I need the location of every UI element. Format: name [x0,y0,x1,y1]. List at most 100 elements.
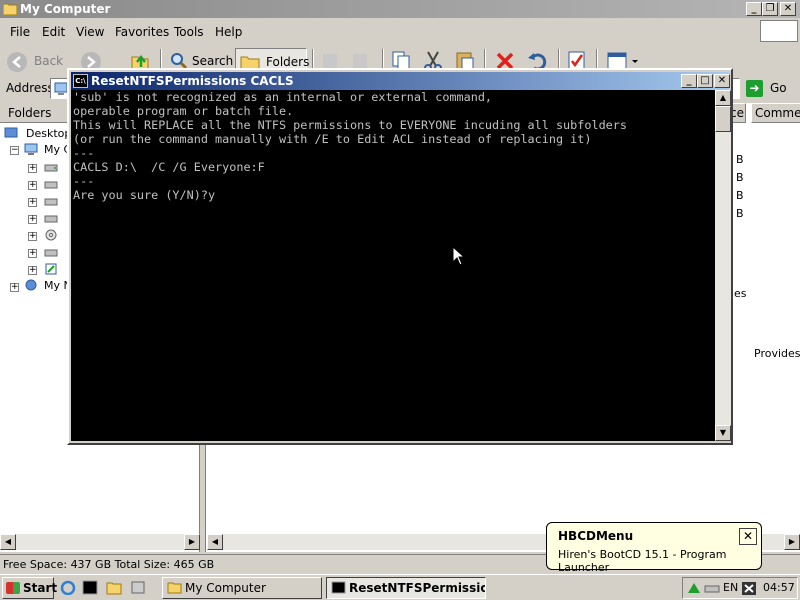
console-line: Are you sure (Y/N)?y [73,188,216,202]
network-icon [25,279,37,291]
console-line: This will REPLACE all the NTFS permissio… [73,118,627,132]
hbcd-tray-icon[interactable] [741,581,757,596]
expand-toggle[interactable]: + [28,164,37,173]
expand-toggle[interactable]: + [28,249,37,258]
expand-toggle[interactable]: + [28,198,37,207]
notification-balloon[interactable]: HBCDMenu Hiren's BootCD 15.1 - Program L… [546,522,762,574]
scroll-right-button[interactable]: ▶ [184,534,200,550]
menu-tools[interactable]: Tools [174,25,204,39]
start-button[interactable]: Start [2,577,58,599]
drive-icon[interactable] [44,246,58,258]
expand-toggle[interactable]: + [28,215,37,224]
language-indicator[interactable]: EN [723,578,738,598]
expand-toggle[interactable]: + [28,232,37,241]
clock[interactable]: 04:57 [763,578,795,598]
menu-favorites[interactable]: Favorites [115,25,169,39]
minimize-button[interactable]: _ [746,2,762,16]
folder-icon [3,3,17,15]
list-cell: B [736,189,744,202]
console-minimize-button[interactable]: _ [681,74,697,88]
console-window: C:\ ResetNTFSPermissions CACLS _ □ ✕ 'su… [67,68,733,445]
tree-label: Desktop [26,127,72,140]
list-cell: B [736,207,744,220]
collapse-toggle[interactable]: − [10,146,19,155]
console-line: --- [73,174,95,188]
balloon-title: HBCDMenu [558,529,634,543]
network-tray-icon[interactable] [686,581,702,596]
desktop-icon [4,127,18,138]
explorer-icon[interactable] [106,580,122,595]
console-title: ResetNTFSPermissions CACLS [91,74,294,88]
command-prompt-icon[interactable] [82,580,98,595]
scroll-right-button[interactable]: ▶ [784,534,800,550]
list-cell: B [736,171,744,184]
menu-bar: File Edit View Favorites Tools Help [0,22,760,42]
list-cell: Provides [754,347,800,360]
console-line: operable program or batch file. [73,104,294,118]
taskbar: Start My Computer ResetNTFSPermissio... … [0,574,800,600]
console-line: --- [73,146,95,160]
back-arrow-icon [7,52,27,72]
address-label: Address [6,81,54,95]
system-tray: EN 04:57 [682,577,798,599]
task-my-computer[interactable]: My Computer [162,577,322,599]
folders-label: Folders [266,55,310,69]
scroll-down-button[interactable]: ▼ [715,425,731,441]
mouse-cursor-icon [452,246,464,266]
drive-tray-icon[interactable] [704,581,720,596]
back-label: Back [34,54,64,68]
scroll-left-button[interactable]: ◀ [0,534,16,550]
task-label: My Computer [185,581,266,595]
drive-icon[interactable] [44,195,58,207]
console-line: 'sub' is not recognized as an internal o… [73,90,493,104]
back-button[interactable]: Back [4,48,74,74]
media-icon[interactable] [130,580,146,595]
internet-explorer-icon[interactable] [60,580,76,595]
list-cell: es [734,287,747,300]
drive-icon[interactable] [44,212,58,224]
scroll-thumb[interactable] [715,106,731,132]
console-line: (or run the command manually with /E to … [73,132,592,146]
drive-icon[interactable] [44,178,58,190]
menu-view[interactable]: View [76,25,104,39]
balloon-text: Hiren's BootCD 15.1 - Program Launcher [558,548,727,574]
cd-drive-icon[interactable] [44,229,58,241]
folders-horizontal-scrollbar[interactable]: ◀ ▶ [0,534,200,550]
console-line: CACLS D:\ /C /G Everyone:F [73,160,265,174]
console-maximize-button[interactable]: □ [697,74,713,88]
task-resetntfs[interactable]: ResetNTFSPermissio... [326,577,486,599]
explorer-title-bar[interactable]: My Computer _ ❐ ✕ [0,0,800,18]
explorer-title: My Computer [20,2,111,16]
list-cell: B [736,153,744,166]
task-label: ResetNTFSPermissio... [349,581,485,595]
my-computer-icon [24,143,38,155]
scroll-left-button[interactable]: ◀ [207,534,223,550]
close-button[interactable]: ✕ [780,2,796,16]
expand-toggle[interactable]: + [28,181,37,190]
start-label: Start [23,581,58,595]
menu-help[interactable]: Help [215,25,242,39]
column-header-comment[interactable]: Comment [751,103,800,123]
console-icon: C:\ [73,74,88,88]
go-arrow-icon: ➜ [746,80,763,97]
folder-icon [167,582,182,594]
restore-button[interactable]: ❐ [762,2,778,16]
drive-icon[interactable] [44,161,58,173]
throbber-area [760,20,798,42]
go-button[interactable]: ➜ Go [744,78,798,99]
console-title-bar[interactable]: C:\ ResetNTFSPermissions CACLS _ □ ✕ [71,72,730,90]
expand-toggle[interactable]: + [10,283,19,292]
menu-file[interactable]: File [10,25,30,39]
console-vertical-scrollbar[interactable]: ▲ ▼ [715,90,731,441]
console-close-button[interactable]: ✕ [714,74,730,88]
console-output[interactable]: 'sub' is not recognized as an internal o… [71,90,715,441]
console-icon [331,581,346,594]
scroll-up-button[interactable]: ▲ [715,90,731,106]
expand-toggle[interactable]: + [28,266,37,275]
go-label: Go [770,81,787,95]
search-label: Search [192,54,234,68]
control-panel-icon[interactable] [44,263,58,275]
menu-edit[interactable]: Edit [42,25,65,39]
balloon-close-button[interactable]: ✕ [739,528,757,545]
windows-logo-icon [6,582,20,594]
